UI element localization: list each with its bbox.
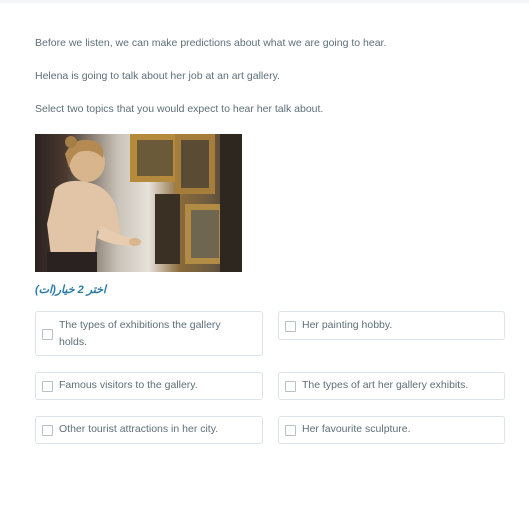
option-1-checkbox[interactable]	[42, 329, 53, 340]
option-6-label: Her favourite sculpture.	[302, 423, 411, 435]
option-4[interactable]: The types of art her gallery exhibits.	[278, 372, 505, 400]
intro-line-3: Select two topics that you would expect …	[35, 103, 324, 115]
gallery-photo	[35, 134, 242, 272]
intro-line-2: Helena is going to talk about her job at…	[35, 70, 280, 82]
option-5-label: Other tourist attractions in her city.	[59, 423, 219, 435]
option-2-label: Her painting hobby.	[302, 319, 393, 331]
gallery-photo-illustration	[47, 134, 242, 272]
option-4-label: The types of art her gallery exhibits.	[302, 379, 469, 391]
option-6-checkbox[interactable]	[285, 425, 296, 436]
option-3-checkbox[interactable]	[42, 381, 53, 392]
option-1-label: The types of exhibitions the gallery hol…	[59, 319, 221, 348]
option-5-checkbox[interactable]	[42, 425, 53, 436]
option-4-checkbox[interactable]	[285, 381, 296, 392]
option-1[interactable]: The types of exhibitions the gallery hol…	[35, 311, 263, 356]
option-2-checkbox[interactable]	[285, 321, 296, 332]
option-5[interactable]: Other tourist attractions in her city.	[35, 416, 263, 444]
intro-line-1: Before we listen, we can make prediction…	[35, 37, 387, 49]
option-3[interactable]: Famous visitors to the gallery.	[35, 372, 263, 400]
select-count-instruction: اختر 2 خيار(ات)	[35, 284, 107, 296]
top-divider	[0, 0, 529, 3]
option-6[interactable]: Her favourite sculpture.	[278, 416, 505, 444]
option-3-label: Famous visitors to the gallery.	[59, 379, 198, 391]
option-2[interactable]: Her painting hobby.	[278, 311, 505, 340]
